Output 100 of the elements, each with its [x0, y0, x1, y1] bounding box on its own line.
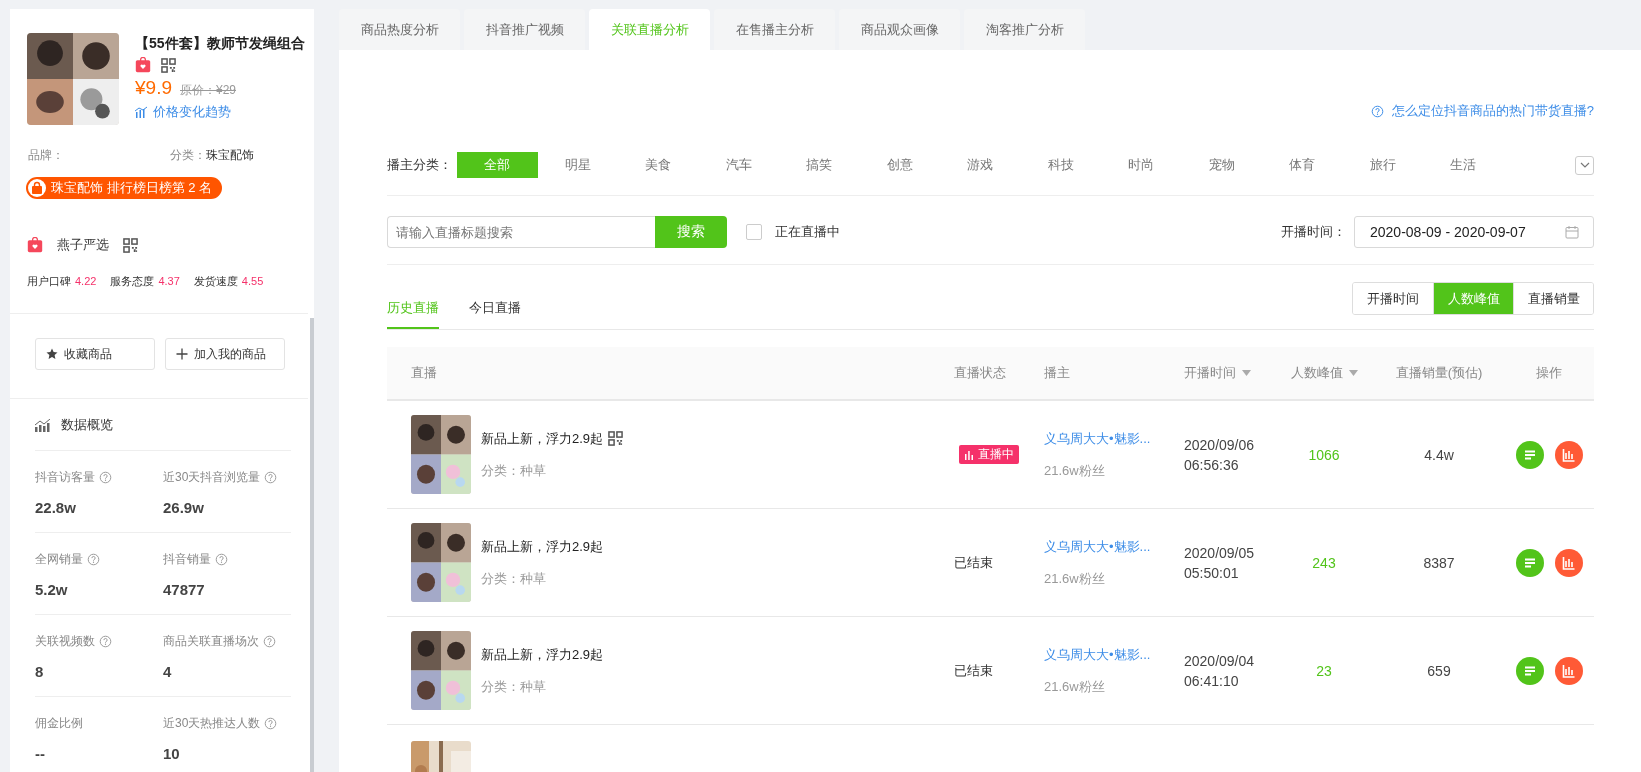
live-title[interactable]: 新品上新，浮力2.9起: [481, 429, 604, 448]
category-option[interactable]: 旅行: [1342, 152, 1423, 178]
qr-code-icon[interactable]: [161, 57, 176, 73]
details-button[interactable]: [1515, 656, 1544, 685]
category-option[interactable]: 汽车: [698, 152, 779, 178]
date-range-field[interactable]: 2020-08-09 - 2020-09-07: [1354, 216, 1594, 248]
brand-label: 品牌：: [28, 147, 65, 164]
category-option[interactable]: 生活: [1423, 152, 1504, 178]
rank-badge[interactable]: 珠宝配饰 排行榜日榜第 2 名: [26, 177, 223, 199]
list-icon: [1523, 450, 1536, 459]
list-icon: [1523, 558, 1536, 567]
status-text: 已结束: [954, 554, 993, 570]
category-option[interactable]: 时尚: [1101, 152, 1182, 178]
price: ¥9.9: [135, 77, 172, 99]
qr-code-icon[interactable]: [608, 431, 624, 446]
sort-caret-icon[interactable]: [1242, 370, 1251, 376]
list-icon: [1523, 666, 1536, 675]
details-button[interactable]: [1515, 440, 1544, 469]
peak-viewers: 1066: [1307, 446, 1341, 463]
analysis-button[interactable]: [1554, 548, 1583, 577]
help-link[interactable]: 怎么定位抖音商品的热门带货直播?: [1370, 102, 1594, 120]
search-field[interactable]: 请输入直播标题搜索: [387, 216, 655, 248]
metric-label: 近30天热推达人数: [163, 715, 261, 732]
tab[interactable]: 商品观众画像: [839, 9, 960, 50]
column-header: 直播: [411, 364, 437, 382]
star-icon: [46, 348, 58, 359]
tab[interactable]: 抖音推广视频: [464, 9, 585, 50]
expand-button[interactable]: [1575, 155, 1594, 175]
tab[interactable]: 在售播主分析: [714, 9, 835, 50]
checkbox[interactable]: [746, 224, 762, 240]
anchor-name[interactable]: 义乌周大大•魅影...: [1044, 537, 1174, 556]
category-option[interactable]: 美食: [618, 152, 699, 178]
help-icon[interactable]: [264, 471, 278, 484]
analysis-button[interactable]: [1554, 656, 1583, 685]
scrollbar[interactable]: [310, 318, 314, 772]
qr-code-icon[interactable]: [123, 237, 138, 253]
metric-value: 47877: [163, 581, 206, 598]
live-title[interactable]: 新品上新，浮力2.9起: [481, 537, 604, 556]
column-header[interactable]: 开播时间: [1184, 364, 1236, 382]
sales-value: 659: [1426, 662, 1452, 679]
column-header: 直播销量(预估): [1395, 364, 1483, 382]
start-date: 2020/09/05: [1184, 543, 1256, 563]
anchor-name[interactable]: 义乌周大大•魅影...: [1044, 645, 1174, 664]
filter-label: 播主分类：: [387, 156, 453, 174]
fan-count: 21.6w粉丝: [1044, 569, 1106, 588]
metric-label: 全网销量: [35, 551, 83, 568]
help-icon[interactable]: [99, 635, 112, 648]
column-header: 播主: [1044, 364, 1070, 382]
sub-tab[interactable]: 今日直播: [469, 299, 521, 329]
favorite-button[interactable]: 收藏商品: [35, 338, 155, 370]
help-icon[interactable]: [264, 717, 278, 730]
column-header: 直播状态: [954, 364, 1006, 382]
metric-label: 抖音访客量: [35, 469, 95, 486]
bar-chart-icon: [965, 450, 973, 460]
bar-chart-icon: [135, 106, 147, 118]
metric-value: --: [35, 745, 46, 762]
category-option[interactable]: 游戏: [940, 152, 1021, 178]
category-option[interactable]: 科技: [1020, 152, 1101, 178]
tab[interactable]: 商品热度分析: [339, 9, 460, 50]
category-option[interactable]: 搞笑: [779, 152, 860, 178]
category-option[interactable]: 创意: [859, 152, 940, 178]
category-option[interactable]: 明星: [537, 152, 618, 178]
column-header[interactable]: 人数峰值: [1290, 364, 1343, 382]
store-rating: 用户口碑 4.22: [27, 274, 97, 289]
metric-label: 商品关联直播场次: [163, 633, 259, 650]
live-category: 分类：种草: [481, 461, 547, 480]
metric-value: 26.9w: [163, 499, 205, 516]
tab[interactable]: 淘客推广分析: [964, 9, 1085, 50]
details-button[interactable]: [1515, 548, 1544, 577]
column-header: 操作: [1536, 364, 1562, 382]
help-icon[interactable]: [263, 635, 276, 648]
help-icon[interactable]: [1370, 104, 1384, 118]
peak-viewers: 23: [1315, 662, 1333, 679]
anchor-name[interactable]: 义乌周大大•魅影...: [1044, 429, 1174, 448]
live-category: 分类：种草: [481, 677, 547, 696]
metric-value: 10: [163, 745, 181, 762]
category-option[interactable]: 体育: [1262, 152, 1343, 178]
help-icon[interactable]: [99, 471, 112, 484]
help-icon[interactable]: [215, 553, 228, 566]
bar-chart-icon: [1562, 555, 1575, 570]
sort-caret-icon[interactable]: [1348, 370, 1358, 376]
product-title: 【55件套】教师节发绳组合: [135, 35, 305, 53]
category-option[interactable]: 宠物: [1181, 152, 1262, 178]
store-name[interactable]: 燕子严选: [57, 236, 109, 254]
start-time: 05:50:01: [1184, 563, 1240, 583]
live-badge: 直播中: [959, 445, 1019, 464]
fan-count: 21.6w粉丝: [1044, 461, 1106, 480]
status-text: 已结束: [954, 662, 993, 678]
help-icon[interactable]: [87, 553, 100, 566]
metric-label: 近30天抖音浏览量: [163, 469, 261, 486]
checkbox-label[interactable]: 正在直播中: [775, 223, 840, 241]
bar-chart-icon: [1562, 447, 1575, 462]
sales-value: 8387: [1422, 554, 1456, 571]
plus-icon: [176, 348, 188, 360]
analysis-button[interactable]: [1554, 440, 1583, 469]
price-trend-link[interactable]: 价格变化趋势: [135, 103, 305, 121]
live-title[interactable]: 新品上新，浮力2.9起: [481, 645, 604, 664]
sort-option[interactable]: 直播销量: [1513, 283, 1593, 314]
add-button[interactable]: 加入我的商品: [165, 338, 285, 370]
section-title: 数据概览: [61, 416, 113, 434]
